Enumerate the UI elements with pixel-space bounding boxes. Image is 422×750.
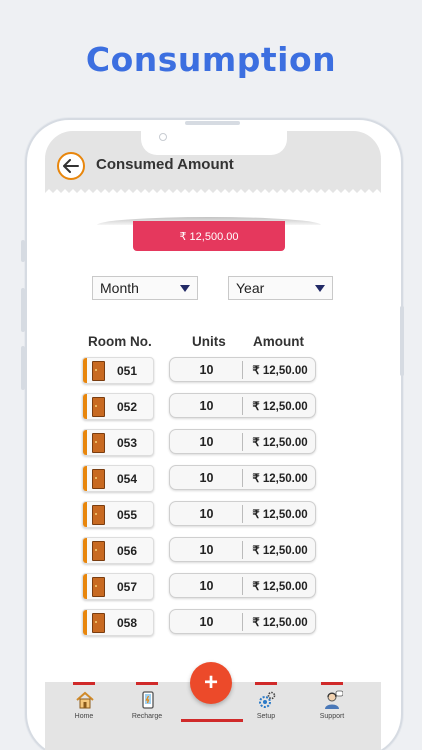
amount-value: ₹ 12,50.00 — [252, 581, 308, 593]
room-chip: 052 — [82, 393, 154, 420]
header-zigzag-edge — [45, 189, 381, 197]
amount-value: ₹ 12,50.00 — [252, 617, 308, 629]
page-title: Consumed Amount — [96, 156, 234, 173]
phone-side-button — [21, 288, 25, 332]
door-icon — [92, 433, 105, 453]
amount-value: ₹ 12,50.00 — [252, 545, 308, 557]
table-row[interactable]: 051 10 ₹ 12,50.00 — [45, 357, 381, 385]
amount-value: ₹ 12,50.00 — [252, 437, 308, 449]
door-icon — [92, 577, 105, 597]
support-agent-icon — [325, 690, 343, 709]
room-number: 058 — [117, 616, 138, 630]
nav-support-label: Support — [319, 713, 345, 720]
room-number: 052 — [117, 400, 138, 414]
nav-setup[interactable]: Setup — [241, 682, 291, 732]
room-chip: 051 — [82, 357, 154, 384]
consumption-pill: 10 ₹ 12,50.00 — [169, 537, 316, 562]
arrow-left-icon — [63, 159, 79, 173]
add-button[interactable]: + — [190, 662, 232, 704]
room-number: 055 — [117, 508, 138, 522]
room-chip: 057 — [82, 573, 154, 600]
column-header-room: Room No. — [88, 334, 152, 349]
table-row[interactable]: 053 10 ₹ 12,50.00 — [45, 429, 381, 457]
amount-value: ₹ 12,50.00 — [252, 473, 308, 485]
room-chip: 054 — [82, 465, 154, 492]
room-number: 051 — [117, 364, 138, 378]
camera-icon — [159, 133, 167, 141]
phone-side-button — [21, 240, 25, 262]
door-icon — [92, 397, 105, 417]
nav-setup-label: Setup — [256, 713, 276, 720]
units-value: 10 — [199, 399, 214, 413]
units-value: 10 — [199, 543, 214, 557]
table-row[interactable]: 057 10 ₹ 12,50.00 — [45, 573, 381, 601]
column-header-units: Units — [192, 334, 226, 349]
caret-down-icon — [180, 285, 190, 292]
consumption-pill: 10 ₹ 12,50.00 — [169, 429, 316, 454]
app-screen: Consumed Amount ₹ 12,500.00 Month Year R… — [45, 131, 381, 750]
consumption-pill: 10 ₹ 12,50.00 — [169, 501, 316, 526]
month-select-label: Month — [100, 280, 139, 296]
room-number: 056 — [117, 544, 138, 558]
consumption-pill: 10 ₹ 12,50.00 — [169, 609, 316, 634]
room-chip: 055 — [82, 501, 154, 528]
home-icon — [76, 691, 94, 709]
units-value: 10 — [199, 471, 214, 485]
consumption-pill: 10 ₹ 12,50.00 — [169, 357, 316, 382]
table-row[interactable]: 056 10 ₹ 12,50.00 — [45, 537, 381, 565]
phone-side-button — [21, 346, 25, 390]
table-row[interactable]: 052 10 ₹ 12,50.00 — [45, 393, 381, 421]
table-row[interactable]: 058 10 ₹ 12,50.00 — [45, 609, 381, 637]
nav-home-label: Home — [74, 713, 94, 720]
back-button[interactable] — [57, 152, 85, 180]
door-icon — [92, 505, 105, 525]
room-number: 054 — [117, 472, 138, 486]
year-select[interactable]: Year — [228, 276, 333, 300]
nav-support[interactable]: Support — [307, 682, 357, 732]
consumption-pill: 10 ₹ 12,50.00 — [169, 465, 316, 490]
consumption-pill: 10 ₹ 12,50.00 — [169, 573, 316, 598]
amount-value: ₹ 12,50.00 — [252, 365, 308, 377]
month-select[interactable]: Month — [92, 276, 198, 300]
year-select-label: Year — [236, 280, 265, 296]
gear-icon — [259, 691, 276, 708]
door-icon — [92, 541, 105, 561]
room-chip: 058 — [82, 609, 154, 636]
room-number: 057 — [117, 580, 138, 594]
phone-notch — [141, 131, 287, 155]
content-area: ₹ 12,500.00 Month Year Room No. Units Am… — [45, 197, 381, 687]
units-value: 10 — [199, 507, 214, 521]
door-icon — [92, 361, 105, 381]
phone-side-button — [400, 306, 404, 376]
units-value: 10 — [199, 435, 214, 449]
room-chip: 056 — [82, 537, 154, 564]
nav-home[interactable]: Home — [59, 682, 109, 732]
promo-title: Consumption — [85, 40, 337, 79]
room-number: 053 — [117, 436, 138, 450]
door-icon — [92, 469, 105, 489]
column-header-amount: Amount — [253, 334, 304, 349]
fab-underline — [181, 719, 243, 722]
nav-recharge[interactable]: Recharge — [122, 682, 172, 732]
phone-top-button — [185, 121, 240, 125]
units-value: 10 — [199, 615, 214, 629]
room-chip: 053 — [82, 429, 154, 456]
units-value: 10 — [199, 363, 214, 377]
amount-value: ₹ 12,50.00 — [252, 401, 308, 413]
units-value: 10 — [199, 579, 214, 593]
mobile-recharge-icon — [142, 691, 154, 709]
table-row[interactable]: 054 10 ₹ 12,50.00 — [45, 465, 381, 493]
nav-recharge-label: Recharge — [131, 713, 163, 720]
table-row[interactable]: 055 10 ₹ 12,50.00 — [45, 501, 381, 529]
amount-value: ₹ 12,50.00 — [252, 509, 308, 521]
door-icon — [92, 613, 105, 633]
total-amount-badge: ₹ 12,500.00 — [133, 221, 285, 251]
consumption-pill: 10 ₹ 12,50.00 — [169, 393, 316, 418]
caret-down-icon — [315, 285, 325, 292]
